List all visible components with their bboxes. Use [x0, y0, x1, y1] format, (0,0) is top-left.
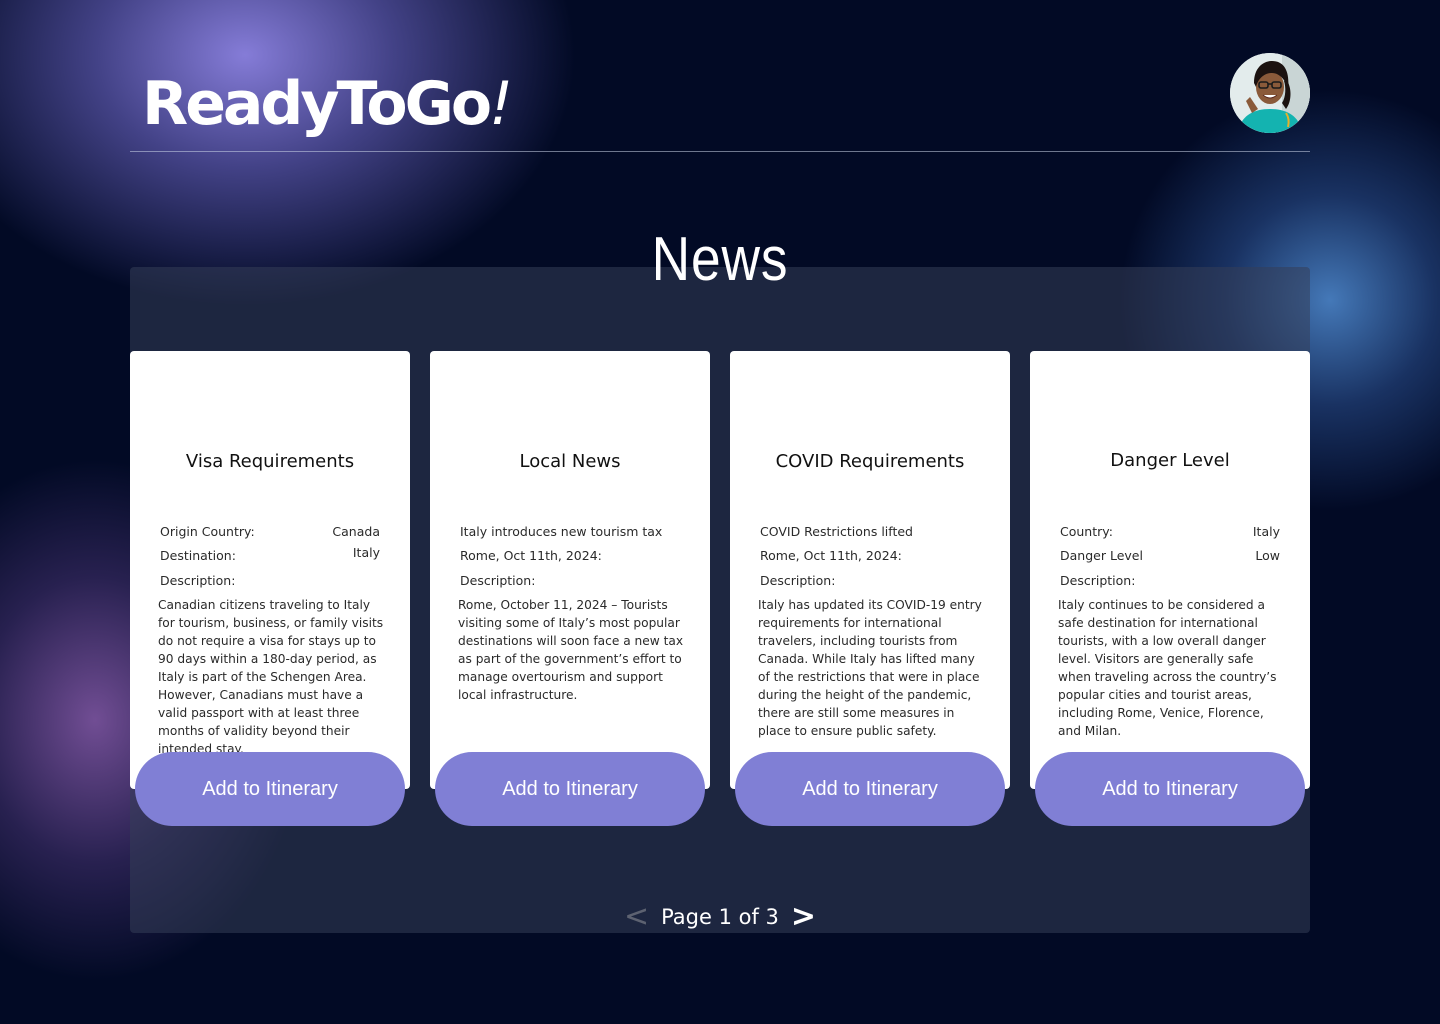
chevron-left-icon[interactable]: < — [624, 902, 649, 932]
card-title: Local News — [519, 451, 621, 472]
row-value: Italy — [352, 545, 380, 560]
row-key: Rome, Oct 11th, 2024: — [460, 548, 602, 563]
page-title: News — [651, 225, 789, 294]
news-card-danger-level: Danger Level Country: Italy Danger Level… — [1030, 351, 1310, 789]
row-value: Italy — [1252, 524, 1280, 539]
user-avatar-icon[interactable] — [1230, 53, 1310, 133]
row-key: Description: — [1060, 573, 1136, 588]
row-key: Description: — [160, 573, 236, 588]
news-card-covid: COVID Requirements COVID Restrictions li… — [730, 351, 1010, 789]
header-divider — [130, 151, 1310, 152]
add-to-itinerary-button-danger-level[interactable]: Add to Itinerary — [1035, 752, 1305, 826]
pagination: < Page 1 of 3 > — [0, 900, 1440, 934]
card-description: Canadian citizens traveling to Italy for… — [158, 598, 384, 756]
card-title: Visa Requirements — [185, 451, 355, 472]
row-key: Origin Country: — [160, 524, 255, 539]
avatar-image — [1230, 53, 1310, 133]
row-key: COVID Restrictions lifted — [760, 524, 913, 539]
row-value: Canada — [332, 524, 380, 539]
row-key: Italy introduces new tourism tax — [460, 524, 663, 539]
news-card-local-news: Local News Italy introduces new tourism … — [430, 351, 710, 789]
row-key: Rome, Oct 11th, 2024: — [760, 548, 902, 563]
card-title: Danger Level — [1110, 450, 1230, 471]
chevron-right-icon[interactable]: > — [791, 902, 816, 932]
page-indicator: Page 1 of 3 — [661, 905, 779, 929]
card-title: COVID Requirements — [775, 451, 965, 472]
card-description: Italy continues to be considered a safe … — [1058, 598, 1277, 738]
add-to-itinerary-button-visa[interactable]: Add to Itinerary — [135, 752, 405, 826]
card-description: Italy has updated its COVID-19 entry req… — [758, 598, 982, 738]
row-key: Country: — [1060, 524, 1113, 539]
row-key: Description: — [460, 573, 536, 588]
news-card-visa: Visa Requirements Origin Country: Canada… — [130, 351, 410, 789]
row-value: Low — [1255, 548, 1280, 563]
row-key: Description: — [760, 573, 836, 588]
add-to-itinerary-button-covid[interactable]: Add to Itinerary — [735, 752, 1005, 826]
app-header: ReadyToGo! — [130, 0, 1310, 152]
add-to-itinerary-button-local-news[interactable]: Add to Itinerary — [435, 752, 705, 826]
app-logo[interactable]: ReadyToGo! — [142, 74, 513, 134]
logo-text: ReadyToGo — [142, 69, 492, 139]
row-key: Destination: — [160, 548, 236, 563]
card-description: Rome, October 11, 2024 – Tourists visiti… — [458, 598, 684, 702]
logo-mark: ! — [489, 69, 513, 139]
row-key: Danger Level — [1060, 548, 1143, 563]
